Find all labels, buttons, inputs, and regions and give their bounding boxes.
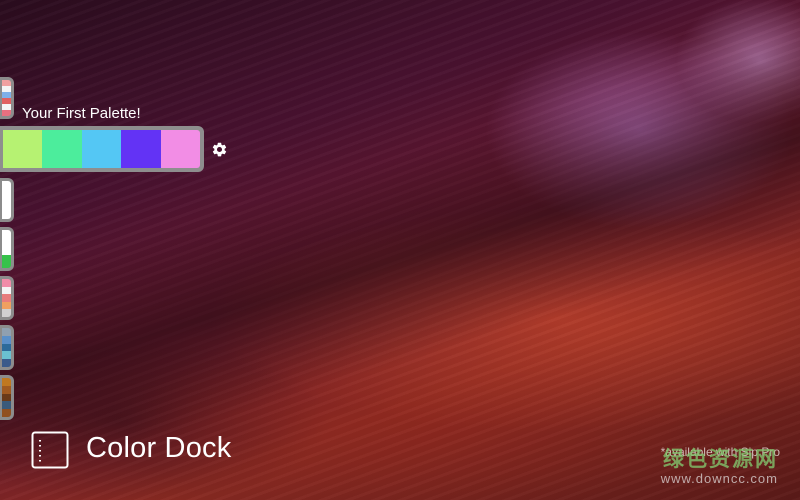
dock-tab-swatch	[2, 335, 11, 344]
palette-tab-swatches	[2, 181, 11, 219]
app-name: Color Dock	[86, 432, 232, 464]
dock-tab-swatch	[2, 309, 11, 317]
palette-tab-stripes[interactable]	[0, 77, 14, 119]
watermark-url: www.downcc.com	[660, 471, 778, 486]
palette-tab-white[interactable]	[0, 178, 14, 222]
dock-tab-swatch	[2, 286, 11, 295]
site-watermark: 绿色资源网 www.downcc.com	[661, 449, 778, 485]
gear-icon[interactable]	[211, 141, 228, 158]
dock-tab-swatch	[2, 401, 11, 410]
dock-tab-swatch	[2, 242, 11, 256]
dock-tab-swatch	[2, 343, 11, 352]
palette-tab-swatches	[2, 378, 11, 417]
dock-tab-swatch	[2, 328, 11, 336]
dock-tab-swatch	[2, 351, 11, 360]
palette-swatch-5[interactable]	[160, 130, 201, 168]
palette-swatch-bar[interactable]	[0, 126, 204, 172]
palette-tab-white-green[interactable]	[0, 227, 14, 271]
dock-window-icon	[31, 431, 69, 469]
dock-tab-swatch	[2, 110, 11, 116]
palette-tab-swatches	[2, 279, 11, 317]
watermark-cn-text: 绿色资源网	[663, 448, 778, 471]
dock-tab-swatch	[2, 385, 11, 394]
dock-tab-swatch	[2, 359, 11, 367]
dock-tab-swatch	[2, 255, 11, 268]
palette-tab-cool[interactable]	[0, 325, 14, 370]
palette-swatch-3[interactable]	[81, 130, 122, 168]
dock-tab-swatch	[2, 230, 11, 243]
dock-tab-swatch	[2, 378, 11, 386]
palette-title: Your First Palette!	[22, 105, 141, 122]
dock-tab-swatch	[2, 294, 11, 302]
dock-tab-swatch	[2, 279, 11, 287]
palette-tab-swatches	[2, 230, 11, 268]
palette-tab-swatches	[2, 80, 11, 116]
palette-swatch-2[interactable]	[42, 130, 82, 168]
dock-tab-swatch	[2, 181, 11, 219]
palette-tab-earth[interactable]	[0, 375, 14, 420]
palette-swatch-1[interactable]	[3, 130, 43, 168]
desktop-wallpaper	[0, 0, 800, 500]
dock-tab-swatch	[2, 393, 11, 402]
dock-tab-swatch	[2, 409, 11, 417]
palette-tab-pastel[interactable]	[0, 276, 14, 320]
palette-swatch-4[interactable]	[121, 130, 161, 168]
palette-tab-swatches	[2, 328, 11, 367]
dock-tab-swatch	[2, 301, 11, 310]
